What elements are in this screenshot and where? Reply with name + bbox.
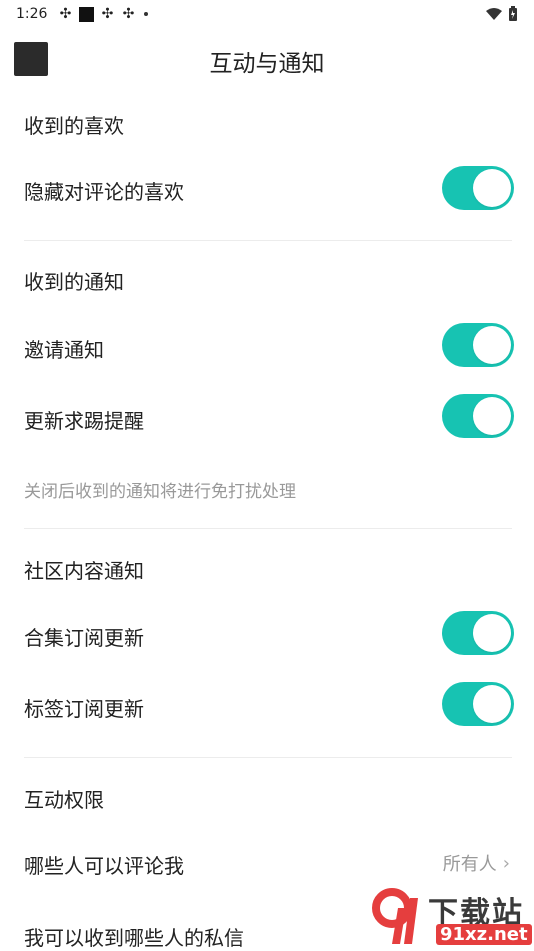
section-title-community: 社区内容通知: [24, 559, 144, 583]
collection-update-label: 合集订阅更新: [24, 626, 144, 650]
section-title-likes: 收到的喜欢: [24, 114, 124, 138]
toggle-knob: [473, 685, 511, 723]
collection-update-toggle[interactable]: [442, 611, 514, 655]
section-title-permissions: 互动权限: [24, 788, 104, 812]
tag-update-label: 标签订阅更新: [24, 697, 144, 721]
page-title: 互动与通知: [209, 51, 325, 77]
divider: [24, 528, 512, 529]
who-can-comment-row[interactable]: 哪些人可以评论我: [24, 850, 184, 879]
invite-notify-label: 邀请通知: [24, 338, 104, 362]
app-notification-icon: ✣: [59, 5, 72, 22]
divider: [24, 757, 512, 758]
hide-comment-likes-label: 隐藏对评论的喜欢: [24, 180, 184, 204]
status-right: [486, 6, 518, 22]
update-reminder-label: 更新求踢提醒: [24, 409, 144, 433]
section-title-notify: 收到的通知: [24, 270, 124, 294]
toggle-knob: [473, 326, 511, 364]
battery-icon: [509, 6, 517, 21]
status-bar: 1:26 ✣ ✣ ✣: [0, 0, 534, 28]
status-time: 1:26: [16, 6, 48, 22]
more-notifications-dot: [144, 12, 148, 16]
toggle-knob: [473, 397, 511, 435]
chevron-right-icon: ›: [502, 852, 510, 874]
update-reminder-toggle[interactable]: [442, 394, 514, 438]
hide-comment-likes-toggle[interactable]: [442, 166, 514, 210]
app-notification-icon: ✣: [101, 5, 114, 22]
watermark-url: 91xz.net: [436, 924, 532, 945]
tag-update-toggle[interactable]: [442, 682, 514, 726]
divider: [24, 240, 512, 241]
invite-notify-toggle[interactable]: [442, 323, 514, 367]
notify-hint-text: 关闭后收到的通知将进行免打扰处理: [24, 482, 296, 502]
watermark-logo-icon: [372, 888, 418, 944]
site-watermark: 下载站 91xz.net: [366, 886, 534, 950]
toggle-knob: [473, 169, 511, 207]
who-can-comment-value[interactable]: 所有人 ›: [443, 850, 510, 876]
notification-icons: ✣ ✣ ✣: [58, 6, 148, 22]
app-notification-icon: [79, 6, 94, 22]
wifi-icon: [486, 8, 502, 20]
top-bar: 互动与通知: [0, 32, 534, 88]
who-can-comment-value-text: 所有人: [442, 854, 497, 875]
toggle-knob: [473, 614, 511, 652]
app-notification-icon: ✣: [122, 5, 135, 22]
dm-from-row[interactable]: 我可以收到哪些人的私信: [24, 922, 244, 951]
